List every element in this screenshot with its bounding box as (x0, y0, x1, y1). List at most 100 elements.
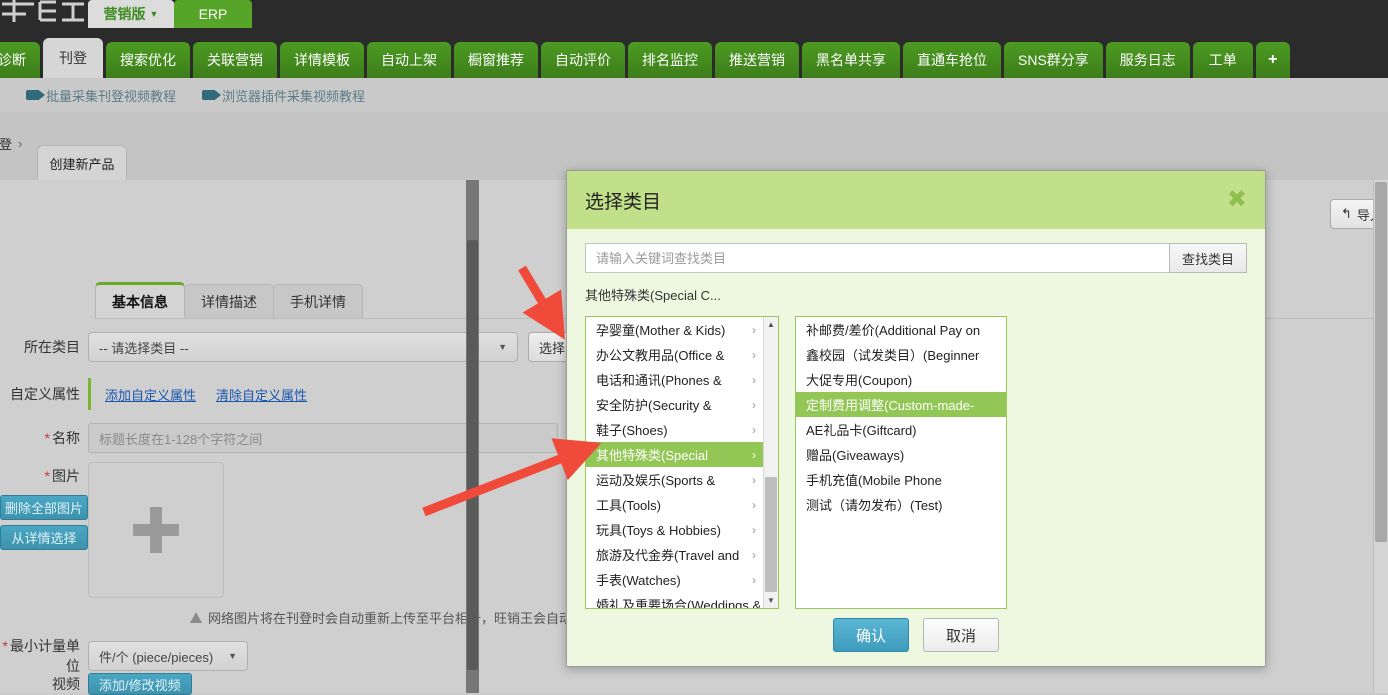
nav-tab-5[interactable]: 自动上架 (367, 42, 451, 78)
category-item-label: 手机充值(Mobile Phone (806, 470, 942, 489)
nav-tab-7[interactable]: 自动评价 (541, 42, 625, 78)
product-image-label-text: 图片 (52, 468, 80, 484)
form-tab-list: 基本信息详情描述手机详情 (95, 282, 362, 318)
nav-tab-label: SNS群分享 (1018, 50, 1089, 70)
version-label: 营销版 (104, 4, 146, 24)
tutorial-links-row: 视频教程批量采集刊登视频教程浏览器插件采集视频教程 (0, 78, 1388, 113)
pick-from-detail-button[interactable]: 从详情选择 (0, 525, 88, 550)
category-item[interactable]: 测试（请勿发布）(Test) (796, 492, 1006, 517)
nav-tab-11[interactable]: 直通车抢位 (903, 42, 1001, 78)
inner-scrollbar-thumb[interactable] (467, 240, 478, 670)
category-item[interactable]: 补邮费/差价(Additional Pay on (796, 317, 1006, 342)
nav-tab-15[interactable]: + (1256, 42, 1290, 78)
required-marker: * (45, 430, 50, 446)
nav-tab-6[interactable]: 橱窗推荐 (454, 42, 538, 78)
category-item[interactable]: AE礼品卡(Giftcard) (796, 417, 1006, 442)
level1-scrollbar-thumb[interactable] (765, 477, 777, 592)
nav-tab-label: 排名监控 (642, 50, 698, 70)
page-tab-create-product[interactable]: 创建新产品 (37, 145, 127, 181)
category-item[interactable]: 大促专用(Coupon) (796, 367, 1006, 392)
app-logo (0, 0, 86, 28)
video-icon (26, 90, 40, 100)
category-item[interactable]: 办公文教用品(Office &› (586, 342, 764, 367)
form-tab-2[interactable]: 手机详情 (273, 284, 363, 318)
nav-tab-8[interactable]: 排名监控 (628, 42, 712, 78)
breadcrumb-trail[interactable]: 刊登 (0, 134, 12, 153)
form-tab-0[interactable]: 基本信息 (95, 282, 185, 318)
category-item-label: 手表(Watches) (596, 570, 681, 589)
category-item[interactable]: 运动及娱乐(Sports &› (586, 467, 764, 492)
category-item[interactable]: 手机充值(Mobile Phone (796, 467, 1006, 492)
tutorial-link-1[interactable]: 批量采集刊登视频教程 (26, 86, 176, 105)
level1-scrollbar[interactable]: ▲ ▼ (763, 317, 778, 608)
image-warning-text: 网络图片将在刊登时会自动重新上传至平台相册，旺销王会自动防关联 (208, 608, 611, 627)
nav-tab-4[interactable]: 详情模板 (280, 42, 364, 78)
custom-attribute-label: 自定义属性 (0, 384, 88, 404)
tutorial-link-label: 批量采集刊登视频教程 (46, 86, 176, 105)
category-item[interactable]: 鞋子(Shoes)› (586, 417, 764, 442)
category-search-input[interactable] (585, 243, 1169, 273)
clear-custom-attribute-link[interactable]: 清除自定义属性 (216, 385, 307, 404)
nav-tab-12[interactable]: SNS群分享 (1004, 42, 1103, 78)
category-item[interactable]: 安全防护(Security &› (586, 392, 764, 417)
version-switcher[interactable]: 营销版 ▼ (88, 0, 174, 28)
chevron-right-icon: › (752, 448, 756, 462)
image-warning: 网络图片将在刊登时会自动重新上传至平台相册，旺销王会自动防关联 (190, 608, 611, 627)
category-item[interactable]: 玩具(Toys & Hobbies)› (586, 517, 764, 542)
add-image-box[interactable] (88, 462, 224, 598)
product-name-input[interactable]: 标题长度在1-128个字符之间 (88, 423, 558, 453)
category-item-label: 电话和通讯(Phones & (596, 370, 722, 389)
category-select[interactable]: -- 请选择类目 -- ▼ (88, 332, 518, 362)
nav-tab-list: 店铺诊断刊登 搜索优化 关联营销详情模板自动上架橱窗推荐自动评价排名监控推送营销黑名… (0, 38, 1293, 78)
nav-tab-9[interactable]: 推送营销 (715, 42, 799, 78)
category-item[interactable]: 工具(Tools)› (586, 492, 764, 517)
tutorial-link-2[interactable]: 浏览器插件采集视频教程 (202, 86, 365, 105)
category-search-button[interactable]: 查找类目 (1169, 243, 1247, 273)
nav-tab-label: 刊登 (59, 48, 87, 68)
nav-tab-0[interactable]: 店铺诊断 (0, 42, 40, 78)
unit-select-value: 件/个 (piece/pieces) (99, 647, 213, 666)
category-label: 所在类目 (0, 337, 88, 357)
chevron-right-icon: › (752, 473, 756, 487)
category-item[interactable]: 鑫校园（试发类目）(Beginner (796, 342, 1006, 367)
category-item[interactable]: 旅游及代金券(Travel and› (586, 542, 764, 567)
nav-tab-2[interactable]: 搜索优化 (106, 42, 190, 78)
page-vertical-scrollbar[interactable] (1373, 180, 1388, 693)
add-edit-video-button[interactable]: 添加/修改视频 (88, 673, 192, 695)
nav-tab-1[interactable]: 刊登 (43, 38, 103, 78)
plus-icon (133, 507, 179, 553)
custom-attribute-row: 自定义属性 添加自定义属性 清除自定义属性 (0, 378, 327, 410)
nav-tab-label: 搜索优化 (120, 50, 176, 70)
category-item[interactable]: 孕婴童(Mother & Kids)› (586, 317, 764, 342)
nav-tab-14[interactable]: 工单 (1193, 42, 1253, 78)
nav-tab-label: 关联营销 (207, 50, 263, 70)
scroll-up-icon[interactable]: ▲ (764, 317, 778, 332)
product-image-label: *图片 (0, 462, 88, 486)
category-item-label: 鑫校园（试发类目）(Beginner (806, 345, 979, 364)
add-custom-attribute-link[interactable]: 添加自定义属性 (105, 385, 196, 404)
required-marker: * (3, 638, 8, 654)
page-scrollbar-thumb[interactable] (1375, 182, 1387, 542)
category-item[interactable]: 定制费用调整(Custom-made- (796, 392, 1006, 417)
erp-button[interactable]: ERP (174, 0, 252, 28)
cancel-button[interactable]: 取消 (923, 618, 999, 652)
category-item[interactable]: 电话和通讯(Phones &› (586, 367, 764, 392)
category-item[interactable]: 赠品(Giveaways) (796, 442, 1006, 467)
delete-all-images-button[interactable]: 删除全部图片 (0, 495, 88, 520)
nav-tab-3[interactable]: 关联营销 (193, 42, 277, 78)
category-item[interactable]: 手表(Watches)› (586, 567, 764, 592)
nav-tab-10[interactable]: 黑名单共享 (802, 42, 900, 78)
close-icon[interactable]: ✖ (1227, 188, 1247, 212)
category-item-label: AE礼品卡(Giftcard) (806, 420, 917, 439)
nav-tab-13[interactable]: 服务日志 (1106, 42, 1190, 78)
confirm-button[interactable]: 确认 (833, 618, 909, 652)
chevron-down-icon: ▼ (150, 9, 159, 19)
category-item-label: 安全防护(Security & (596, 395, 712, 414)
form-tab-1[interactable]: 详情描述 (184, 284, 274, 318)
inner-vertical-scrollbar[interactable] (466, 180, 479, 693)
add-edit-video-label: 添加/修改视频 (99, 675, 181, 694)
unit-select[interactable]: 件/个 (piece/pieces) ▼ (88, 641, 248, 671)
category-item[interactable]: 其他特殊类(Special› (586, 442, 764, 467)
nav-tab-label: 黑名单共享 (816, 50, 886, 70)
product-name-label-text: 名称 (52, 430, 80, 446)
